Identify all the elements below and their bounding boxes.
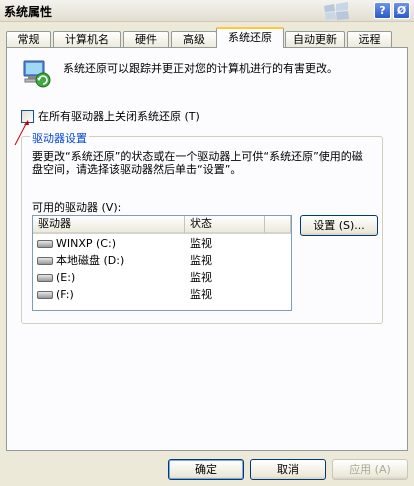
intro-text: 系统还原可以跟踪并更正对您的计算机进行的有害更改。	[63, 62, 338, 75]
apply-button[interactable]: 应用 (A)	[332, 459, 408, 480]
drive-list-header: 驱动器 状态	[33, 216, 291, 234]
drive-cell: (F:)	[37, 286, 74, 303]
hard-drive-icon	[37, 239, 53, 248]
tab-computer-name[interactable]: 计算机名	[53, 31, 121, 48]
ok-button[interactable]: 确定	[168, 459, 244, 480]
drive-row[interactable]: (E:) 监视	[33, 269, 291, 286]
disable-restore-label[interactable]: 在所有驱动器上关闭系统还原 (T)	[38, 108, 200, 124]
windows-logo-icon	[324, 2, 349, 20]
tab-remote[interactable]: 远程	[347, 31, 392, 48]
tab-advanced[interactable]: 高级	[171, 31, 217, 48]
drive-row[interactable]: (F:) 监视	[33, 286, 291, 303]
drive-list[interactable]: 驱动器 状态 WINXP (C:) 监视 本地磁盘 (D:) 监视 (E:) 监…	[32, 215, 292, 311]
window-title: 系统属性	[4, 5, 53, 19]
drive-settings-group: 驱动器设置 要更改“系统还原”的状态或在一个驱动器上可供“系统还原”使用的磁盘空…	[21, 130, 383, 324]
disable-restore-option[interactable]: 在所有驱动器上关闭系统还原 (T)	[21, 108, 200, 124]
cancel-button[interactable]: 取消	[250, 459, 326, 480]
drive-name: 本地磁盘 (D:)	[56, 254, 125, 267]
drive-row[interactable]: 本地磁盘 (D:) 监视	[33, 252, 291, 269]
drive-settings-legend: 驱动器设置	[30, 130, 89, 146]
drive-name: (E:)	[56, 271, 76, 284]
system-restore-icon	[23, 60, 51, 88]
drive-settings-description: 要更改“系统还原”的状态或在一个驱动器上可供“系统还原”使用的磁盘空间，请选择该…	[32, 150, 363, 176]
drive-cell: (E:)	[37, 269, 75, 286]
drive-status: 监视	[190, 288, 212, 301]
drive-cell: WINXP (C:)	[37, 235, 116, 252]
tab-general[interactable]: 常规	[6, 31, 51, 48]
tab-panel: 系统还原可以跟踪并更正对您的计算机进行的有害更改。 在所有驱动器上关闭系统还原 …	[6, 47, 408, 451]
drive-status: 监视	[190, 271, 212, 284]
drive-status: 监视	[190, 237, 212, 250]
settings-button[interactable]: 设置 (S)...	[300, 215, 378, 236]
close-button[interactable]: Ø	[393, 2, 410, 19]
available-drives-label: 可用的驱动器 (V):	[32, 201, 122, 214]
hard-drive-icon	[37, 256, 53, 265]
tab-strip: 常规 计算机名 硬件 高级 系统还原 自动更新 远程	[6, 27, 408, 48]
hard-drive-icon	[37, 290, 53, 299]
tab-automatic-updates[interactable]: 自动更新	[285, 31, 345, 48]
tab-hardware[interactable]: 硬件	[123, 31, 169, 48]
column-header-status[interactable]: 状态	[185, 216, 265, 234]
hard-drive-icon	[37, 273, 53, 282]
help-button[interactable]: ?	[374, 2, 391, 19]
drive-cell: 本地磁盘 (D:)	[37, 252, 124, 269]
drive-row[interactable]: WINXP (C:) 监视	[33, 235, 291, 252]
tab-system-restore[interactable]: 系统还原	[216, 27, 284, 48]
column-header-drive[interactable]: 驱动器	[33, 216, 185, 234]
drive-status: 监视	[190, 254, 212, 267]
drive-name: WINXP (C:)	[56, 237, 116, 250]
column-header-filler	[265, 216, 291, 234]
drive-name: (F:)	[56, 288, 74, 301]
title-bar[interactable]: 系统属性 ? Ø	[0, 0, 414, 22]
